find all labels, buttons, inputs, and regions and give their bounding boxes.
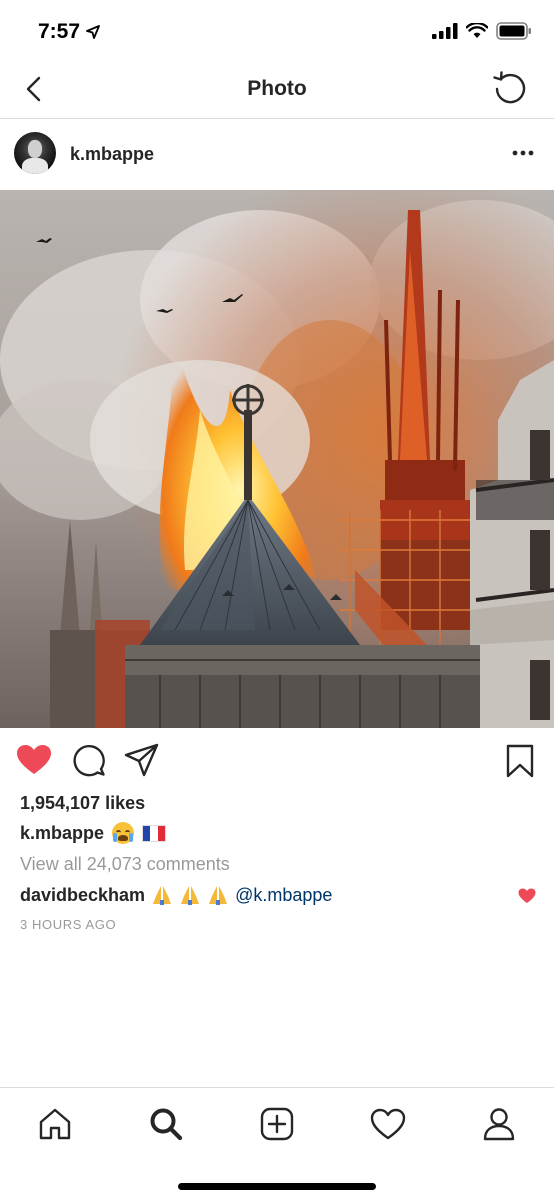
wifi-icon — [466, 23, 488, 38]
location-arrow-icon — [86, 25, 100, 39]
post-header: k.mbappe — [0, 119, 554, 190]
paper-plane-icon[interactable] — [124, 743, 160, 777]
france-flag-emoji — [142, 824, 167, 842]
cathedral-fire-image — [0, 190, 554, 728]
post-actions — [0, 728, 554, 792]
heart-filled-icon[interactable] — [16, 744, 52, 776]
folded-hands-emoji — [209, 886, 228, 905]
home-indicator[interactable] — [178, 1183, 376, 1190]
battery-icon — [496, 22, 531, 40]
more-dots-icon[interactable] — [512, 149, 534, 157]
comment-like-heart-icon[interactable] — [518, 888, 536, 904]
home-icon[interactable] — [37, 1106, 73, 1142]
post-caption: k.mbappe — [20, 822, 167, 844]
post-photo[interactable] — [0, 190, 554, 728]
search-icon[interactable] — [148, 1106, 184, 1142]
add-post-icon[interactable] — [259, 1106, 295, 1142]
signal-icon — [432, 23, 458, 39]
navigation-header: Photo — [0, 62, 554, 119]
like-count[interactable]: 1,954,107 likes — [20, 793, 145, 814]
view-all-comments-link[interactable]: View all 24,073 comments — [20, 854, 230, 875]
crying-face-emoji — [112, 822, 135, 844]
folded-hands-emoji — [181, 886, 200, 905]
comment-username[interactable]: davidbeckham — [20, 885, 145, 906]
comment-mention-link[interactable]: @k.mbappe — [235, 885, 332, 906]
folded-hands-emoji — [153, 886, 172, 905]
avatar[interactable] — [14, 132, 56, 174]
comment-icon[interactable] — [72, 743, 106, 777]
post-timestamp: 3 HOURS AGO — [20, 917, 117, 932]
status-bar: 7:57 — [0, 0, 554, 62]
comment-row: davidbeckham @k.mbappe — [20, 884, 332, 906]
system-icons — [432, 22, 532, 40]
caption-username[interactable]: k.mbappe — [20, 823, 104, 844]
refresh-icon[interactable] — [492, 71, 528, 107]
status-time: 7:57 — [38, 20, 81, 43]
post-username[interactable]: k.mbappe — [70, 144, 154, 165]
page-title: Photo — [247, 77, 307, 100]
profile-icon[interactable] — [481, 1106, 517, 1142]
bookmark-icon[interactable] — [506, 744, 534, 778]
heart-outline-icon[interactable] — [370, 1106, 406, 1142]
